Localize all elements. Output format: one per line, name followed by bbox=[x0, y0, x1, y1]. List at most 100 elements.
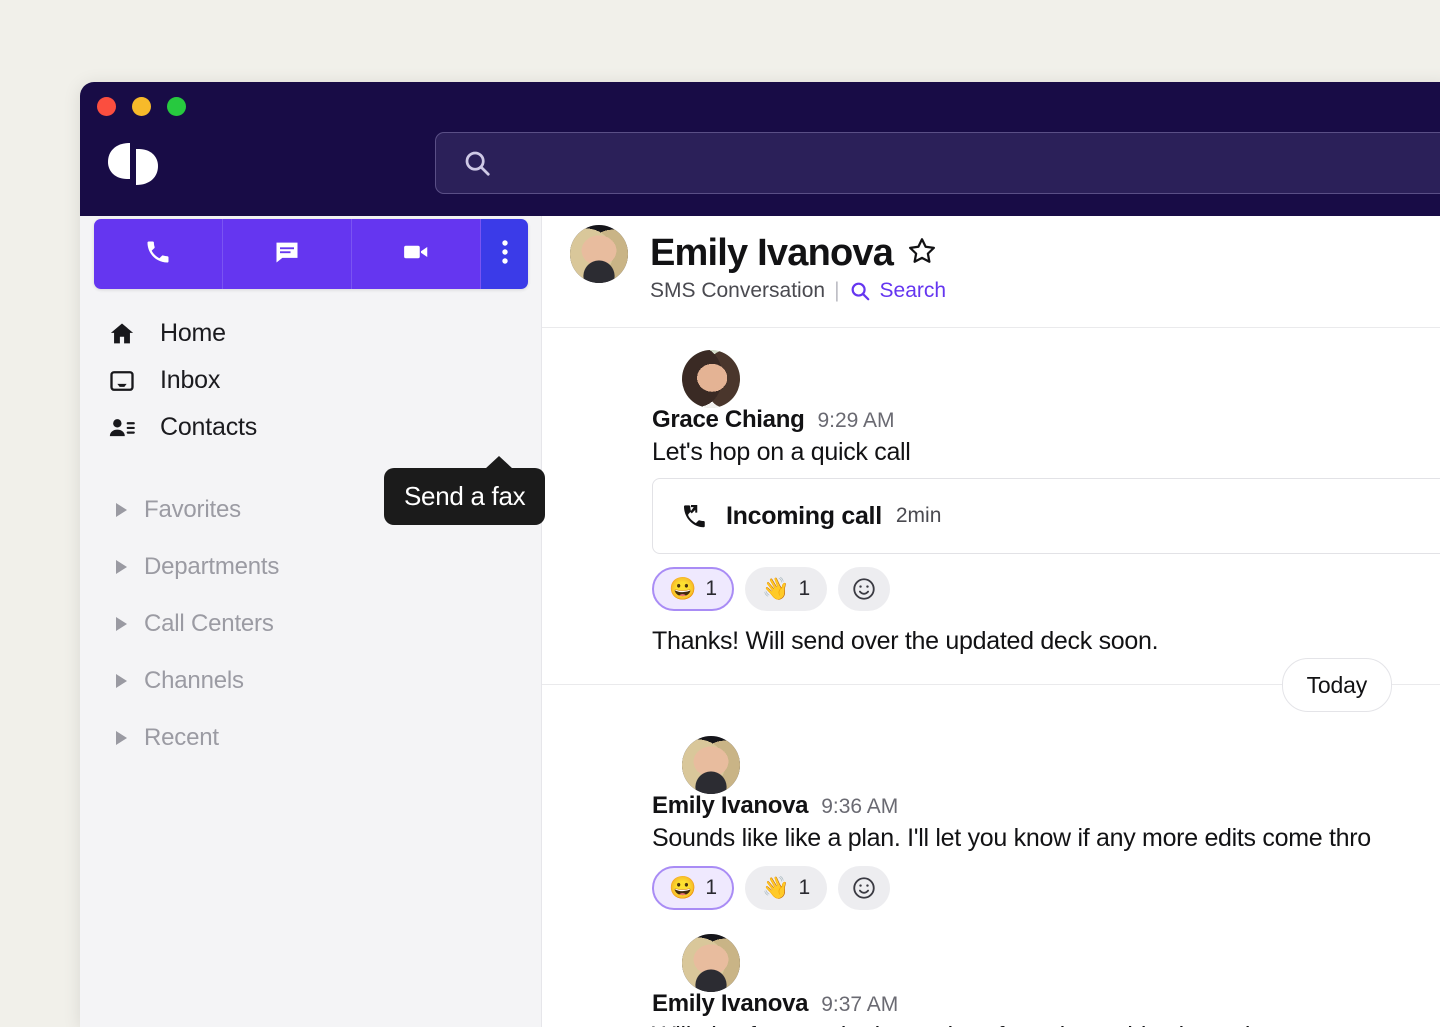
message-timestamp: 9:29 AM bbox=[817, 409, 895, 432]
add-reaction-button[interactable] bbox=[838, 866, 891, 910]
search-icon bbox=[462, 148, 492, 178]
new-call-button[interactable] bbox=[94, 219, 223, 289]
sidebar-group-label: Favorites bbox=[144, 495, 241, 523]
smiley-face-icon bbox=[851, 576, 877, 602]
grinning-face-icon: 😀 bbox=[669, 576, 697, 601]
new-message-button[interactable] bbox=[223, 219, 352, 289]
reaction-chip[interactable]: 😀 1 bbox=[652, 866, 735, 910]
message-text: Will also fax you the latest docs from t… bbox=[652, 1022, 1430, 1027]
call-card-duration: 2min bbox=[895, 504, 942, 527]
sidebar-group-label: Recent bbox=[144, 723, 219, 751]
add-reaction-button[interactable] bbox=[838, 567, 891, 611]
sidebar-group-label: Channels bbox=[144, 666, 244, 694]
home-icon bbox=[108, 320, 142, 348]
more-vertical-icon bbox=[501, 238, 509, 271]
incoming-call-card[interactable]: Incoming call 2min View bbox=[652, 478, 1440, 554]
primary-nav: Home Inbox Contacts bbox=[80, 310, 541, 451]
chevron-right-icon bbox=[116, 616, 127, 631]
video-camera-icon bbox=[401, 237, 431, 272]
day-divider-label: Today bbox=[1306, 671, 1368, 698]
message-text: Let's hop on a quick call bbox=[652, 438, 911, 466]
message-text: Thanks! Will send over the updated deck … bbox=[652, 627, 1159, 655]
reaction-count: 1 bbox=[798, 577, 811, 600]
avatar bbox=[682, 736, 740, 794]
sidebar-group-label: Departments bbox=[144, 552, 280, 580]
avatar bbox=[570, 225, 628, 283]
sidebar-item-home[interactable]: Home bbox=[80, 310, 541, 357]
sidebar-item-label: Inbox bbox=[160, 366, 221, 394]
reaction-chip[interactable]: 😀 1 bbox=[652, 567, 735, 611]
chevron-right-icon bbox=[116, 559, 127, 574]
minimize-window-button[interactable] bbox=[132, 97, 151, 116]
day-divider: Today bbox=[542, 658, 1440, 712]
reaction-chip[interactable]: 👋 1 bbox=[745, 866, 828, 910]
maximize-window-button[interactable] bbox=[167, 97, 186, 116]
grinning-face-icon: 😀 bbox=[669, 875, 697, 900]
dialpad-logo-icon bbox=[104, 139, 162, 189]
window-body: Home Inbox Contacts Favorites Department… bbox=[80, 216, 1440, 1027]
sidebar-group-call-centers[interactable]: Call Centers bbox=[80, 595, 541, 652]
conversation-title-row: Emily Ivanova bbox=[650, 232, 1440, 274]
message-list: Grace Chiang 9:29 AM Let's hop on a quic… bbox=[542, 348, 1440, 1027]
contacts-icon bbox=[108, 414, 142, 442]
tooltip-label: Send a fax bbox=[404, 481, 526, 511]
smiley-face-icon bbox=[851, 875, 877, 901]
new-video-meeting-button[interactable] bbox=[352, 219, 481, 289]
message-icon bbox=[273, 238, 301, 271]
conversation-search-link[interactable]: Search bbox=[880, 279, 947, 303]
inbox-icon bbox=[108, 367, 142, 395]
message-timestamp: 9:37 AM bbox=[821, 993, 899, 1016]
sidebar-item-inbox[interactable]: Inbox bbox=[80, 357, 541, 404]
message-header: Grace Chiang 9:29 AM bbox=[652, 406, 1430, 434]
sidebar-item-contacts[interactable]: Contacts bbox=[80, 404, 541, 451]
conversation-type-label: SMS Conversation bbox=[650, 278, 826, 302]
sidebar-group-channels[interactable]: Channels bbox=[80, 652, 541, 709]
message-author: Emily Ivanova bbox=[652, 792, 809, 819]
message-author: Emily Ivanova bbox=[652, 990, 809, 1017]
call-card-label: Incoming call bbox=[726, 501, 882, 530]
message-header: Emily Ivanova 9:37 AM bbox=[652, 990, 1430, 1018]
day-divider-label-pill: Today bbox=[1281, 658, 1392, 712]
conversation-header: Emily Ivanova SMS Conversation | Search bbox=[542, 216, 1440, 328]
page-title: Emily Ivanova bbox=[650, 232, 894, 274]
phone-icon bbox=[144, 238, 172, 271]
separator: | bbox=[834, 278, 840, 302]
reaction-chip[interactable]: 👋 1 bbox=[745, 567, 828, 611]
conversation-subtitle-row: SMS Conversation | Search bbox=[650, 279, 1440, 303]
avatar bbox=[682, 934, 740, 992]
message-author: Grace Chiang bbox=[652, 406, 805, 433]
incoming-call-icon bbox=[679, 501, 709, 531]
tooltip-arrow bbox=[485, 456, 514, 469]
reaction-count: 1 bbox=[705, 577, 718, 600]
reaction-count: 1 bbox=[705, 876, 718, 899]
quick-actions-bar bbox=[94, 219, 528, 289]
reaction-bar: 😀 1 👋 1 bbox=[652, 866, 1430, 910]
reaction-bar: 😀 1 👋 1 bbox=[652, 567, 1430, 611]
search-input[interactable] bbox=[508, 132, 1440, 194]
window-controls bbox=[97, 97, 186, 116]
more-actions-button[interactable] bbox=[481, 219, 528, 289]
message-item: Grace Chiang 9:29 AM Let's hop on a quic… bbox=[542, 348, 1440, 656]
message-item: Emily Ivanova 9:36 AM Sounds like like a… bbox=[542, 734, 1440, 910]
chevron-right-icon bbox=[116, 730, 127, 745]
message-header: Emily Ivanova 9:36 AM bbox=[652, 792, 1430, 820]
message-text: Sounds like like a plan. I'll let you kn… bbox=[652, 824, 1371, 852]
sidebar-group-recent[interactable]: Recent bbox=[80, 709, 541, 766]
waving-hand-icon: 👋 bbox=[762, 875, 790, 900]
sidebar-item-label: Contacts bbox=[160, 413, 258, 441]
waving-hand-icon: 👋 bbox=[762, 576, 790, 601]
avatar bbox=[682, 350, 740, 408]
message-item: Emily Ivanova 9:37 AM Will also fax you … bbox=[542, 932, 1440, 1027]
send-a-fax-tooltip: Send a fax bbox=[384, 456, 546, 525]
sidebar-group-departments[interactable]: Departments bbox=[80, 538, 541, 595]
reaction-count: 1 bbox=[798, 876, 811, 899]
global-search-bar[interactable] bbox=[435, 132, 1440, 194]
sidebar: Home Inbox Contacts Favorites Department… bbox=[80, 216, 546, 1027]
star-outline-icon[interactable] bbox=[907, 236, 937, 271]
chevron-right-icon bbox=[116, 673, 127, 688]
conversation-panel: Emily Ivanova SMS Conversation | Search … bbox=[542, 216, 1440, 1027]
search-icon[interactable] bbox=[849, 280, 871, 302]
app-window: Home Inbox Contacts Favorites Department… bbox=[80, 82, 1440, 1027]
chevron-right-icon bbox=[116, 502, 127, 517]
close-window-button[interactable] bbox=[97, 97, 116, 116]
